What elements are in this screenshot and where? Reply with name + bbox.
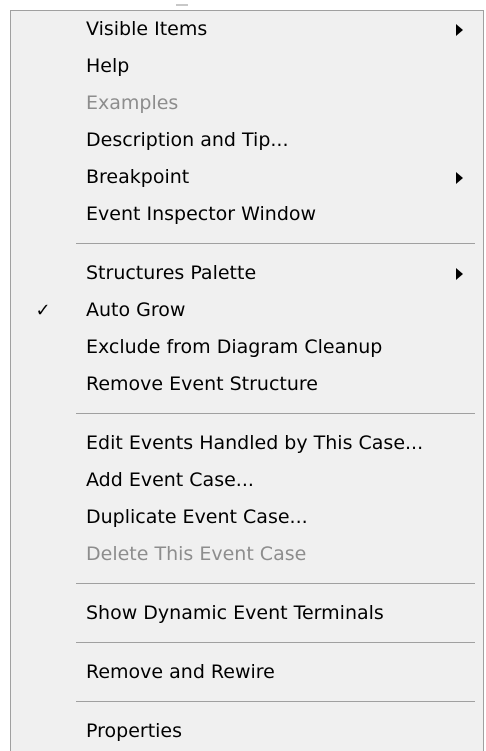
menu-item-properties[interactable]: Properties [11,713,483,750]
menu-item-breakpoint[interactable]: Breakpoint [11,159,483,196]
check-icon: ✓ [35,300,51,321]
menu-separator [11,403,483,425]
menu-item-label: Event Inspector Window [86,203,317,225]
submenu-arrow-icon [456,172,463,184]
menu-item-duplicate-event-case[interactable]: Duplicate Event Case... [11,499,483,536]
menu-item-label: Remove and Rewire [86,661,275,683]
menu-item-delete-this-event-case: Delete This Event Case [11,536,483,573]
menu-item-label: Duplicate Event Case... [86,506,308,528]
menu-item-description-and-tip[interactable]: Description and Tip... [11,122,483,159]
menu-item-label: Add Event Case... [86,469,254,491]
menu-item-label: Help [86,55,130,77]
menu-separator [11,233,483,255]
screen: Visible Items Help Examples Description … [0,0,486,751]
menu-item-label: Breakpoint [86,166,190,188]
menu-item-help[interactable]: Help [11,48,483,85]
menu-separator [11,573,483,595]
menu-item-event-inspector-window[interactable]: Event Inspector Window [11,196,483,233]
menu-item-examples: Examples [11,85,483,122]
submenu-arrow-icon [456,268,463,280]
submenu-arrow-icon [456,24,463,36]
menu-item-label: Auto Grow [86,299,186,321]
menu-item-add-event-case[interactable]: Add Event Case... [11,462,483,499]
menu-item-exclude-from-diagram-cleanup[interactable]: Exclude from Diagram Cleanup [11,329,483,366]
menu-item-label: Edit Events Handled by This Case... [86,432,424,454]
menu-item-visible-items[interactable]: Visible Items [11,11,483,48]
menu-item-label: Visible Items [86,18,208,40]
menu-item-label: Properties [86,720,183,742]
menu-item-remove-event-structure[interactable]: Remove Event Structure [11,366,483,403]
menu-item-show-dynamic-event-terminals[interactable]: Show Dynamic Event Terminals [11,595,483,632]
menu-separator [11,691,483,713]
menu-item-label: Structures Palette [86,262,257,284]
menu-item-label: Examples [86,92,179,114]
menu-item-label: Delete This Event Case [86,543,307,565]
menu-separator [11,632,483,654]
menu-item-structures-palette[interactable]: Structures Palette [11,255,483,292]
menu-item-edit-events-handled[interactable]: Edit Events Handled by This Case... [11,425,483,462]
context-menu: Visible Items Help Examples Description … [10,10,484,751]
menu-item-label: Show Dynamic Event Terminals [86,602,384,624]
menu-item-label: Remove Event Structure [86,373,318,395]
menu-item-auto-grow[interactable]: ✓ Auto Grow [11,292,483,329]
menu-item-label: Description and Tip... [86,129,289,151]
background-canvas-edge [176,0,188,6]
menu-item-remove-and-rewire[interactable]: Remove and Rewire [11,654,483,691]
menu-item-label: Exclude from Diagram Cleanup [86,336,383,358]
